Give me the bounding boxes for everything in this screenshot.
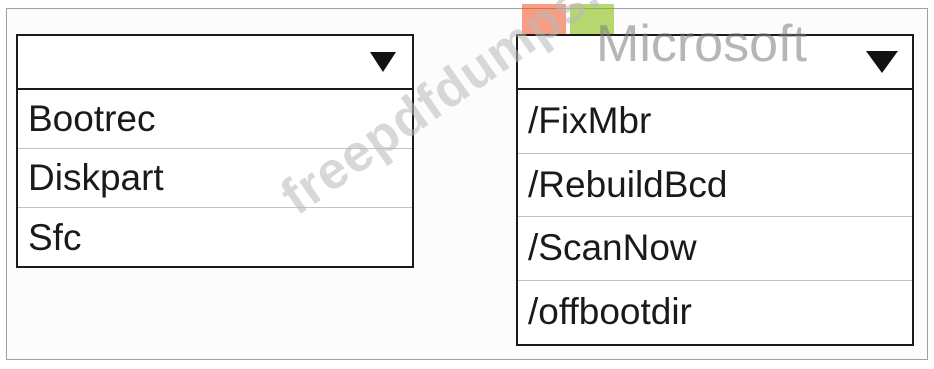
option-sfc[interactable]: Sfc: [18, 208, 412, 267]
triangle-down-icon[interactable]: [866, 51, 898, 73]
triangle-down-icon[interactable]: [370, 52, 396, 72]
microsoft-watermark-text: Microsoft: [596, 15, 807, 73]
option-offbootdir[interactable]: /offbootdir: [518, 281, 912, 345]
switch-options-list: /FixMbr /RebuildBcd /ScanNow /offbootdir: [516, 88, 914, 346]
option-rebuildbcd[interactable]: /RebuildBcd: [518, 154, 912, 217]
option-scannow[interactable]: /ScanNow: [518, 217, 912, 281]
command-dropdown-header[interactable]: [16, 34, 414, 90]
option-fixmbr[interactable]: /FixMbr: [518, 90, 912, 154]
